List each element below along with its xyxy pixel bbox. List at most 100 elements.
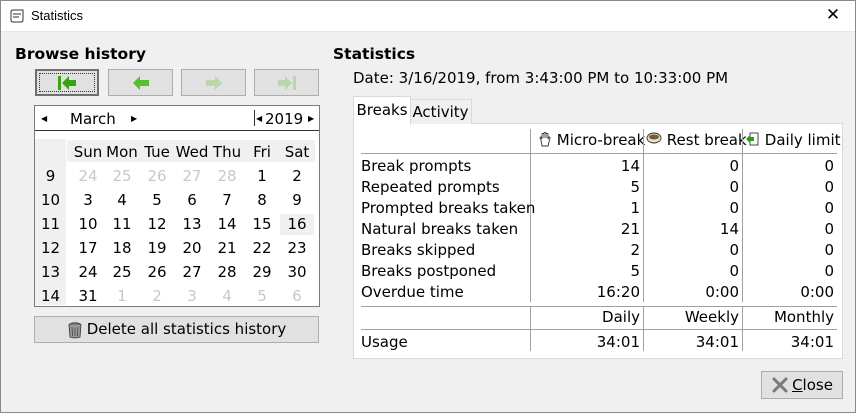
- delete-history-label: Delete all statistics history: [86, 320, 287, 338]
- calendar-day[interactable]: 3: [71, 190, 105, 211]
- calendar-day[interactable]: 27: [175, 262, 209, 283]
- stat-row-label: Overdue time: [361, 283, 464, 301]
- calendar-day[interactable]: 25: [105, 166, 139, 187]
- rest-break-column-header: Rest break: [646, 131, 747, 151]
- browse-history-heading: Browse history: [15, 45, 146, 63]
- calendar-day[interactable]: 23: [280, 238, 314, 259]
- stat-daily-value: 0: [824, 157, 834, 175]
- year-next-arrow-icon[interactable]: ▶: [308, 114, 314, 123]
- calendar-day[interactable]: 26: [140, 262, 174, 283]
- weekday-header-1: Mon: [106, 143, 138, 161]
- trash-can-icon: [68, 321, 82, 338]
- month-prev-arrow-icon[interactable]: ◀: [41, 114, 47, 123]
- calendar-day[interactable]: 11: [105, 214, 139, 235]
- rest-break-label: Rest break: [666, 131, 747, 149]
- tab-activity[interactable]: Activity: [409, 99, 472, 124]
- grid-line-v2: [643, 129, 644, 302]
- next-day-button[interactable]: [181, 69, 246, 96]
- close-button-accel: C: [792, 376, 803, 394]
- stat-rest-value: 0: [729, 241, 739, 259]
- stat-row-label: Natural breaks taken: [361, 220, 519, 238]
- calendar-day[interactable]: 26: [140, 166, 174, 187]
- calendar-day[interactable]: 2: [140, 286, 174, 307]
- calendar-day[interactable]: 5: [245, 286, 279, 307]
- calendar-day[interactable]: 5: [140, 190, 174, 211]
- tab-breaks[interactable]: Breaks: [353, 96, 411, 125]
- calendar-day[interactable]: 21: [210, 238, 244, 259]
- stat-micro-value: 14: [620, 157, 640, 175]
- grid-line-h2: [361, 306, 837, 307]
- grid-line-h3: [361, 329, 837, 330]
- first-day-button[interactable]: [35, 69, 99, 96]
- calendar-day[interactable]: 12: [140, 214, 174, 235]
- stat-daily-value: 0: [824, 220, 834, 238]
- stat-row-label: Breaks skipped: [361, 241, 476, 259]
- statistics-heading: Statistics: [333, 45, 416, 63]
- stat-rest-value: 0:00: [705, 283, 739, 301]
- usage-label: Usage: [361, 333, 408, 351]
- calendar-day[interactable]: 31: [71, 286, 105, 307]
- month-next-arrow-icon[interactable]: ▶: [131, 114, 137, 123]
- calendar-day[interactable]: 10: [71, 214, 105, 235]
- calendar-day[interactable]: 4: [210, 286, 244, 307]
- stat-row-label: Breaks postponed: [361, 262, 497, 280]
- micro-break-label: Micro-break: [556, 131, 646, 149]
- usage-weekly-value: 34:01: [695, 333, 739, 351]
- calendar-day[interactable]: 2: [280, 166, 314, 187]
- stat-micro-value: 1: [630, 199, 640, 217]
- calendar-day[interactable]: 3: [175, 286, 209, 307]
- calendar-day[interactable]: 7: [210, 190, 244, 211]
- calendar-day[interactable]: 13: [175, 214, 209, 235]
- delete-history-button[interactable]: Delete all statistics history: [34, 316, 319, 343]
- close-icon[interactable]: ✕: [811, 1, 855, 31]
- calendar-day[interactable]: 24: [71, 262, 105, 283]
- stat-daily-value: 0: [824, 241, 834, 259]
- calendar-day[interactable]: 6: [175, 190, 209, 211]
- calendar-day[interactable]: 22: [245, 238, 279, 259]
- calendar[interactable]: ◀ March ▶ ◀ 2019 ▶ Sun Mon Tue Wed Thu Fri Sat…: [34, 105, 320, 307]
- stat-micro-value: 21: [620, 220, 640, 238]
- title-bar: Statistics ✕: [1, 1, 855, 32]
- calendar-day[interactable]: 6: [280, 286, 314, 307]
- calendar-day[interactable]: 4: [105, 190, 139, 211]
- calendar-day[interactable]: 8: [245, 190, 279, 211]
- close-button[interactable]: Close: [761, 371, 843, 399]
- calendar-day[interactable]: 16: [280, 214, 314, 235]
- next-icon: [205, 75, 222, 90]
- hand-icon: [539, 132, 551, 147]
- calendar-day[interactable]: 14: [210, 214, 244, 235]
- window-title: Statistics: [31, 8, 84, 23]
- stat-daily-value: 0: [824, 178, 834, 196]
- calendar-day[interactable]: 18: [105, 238, 139, 259]
- usage-weekly-header: Weekly: [684, 308, 739, 326]
- previous-day-button[interactable]: [108, 69, 173, 96]
- calendar-day[interactable]: 19: [140, 238, 174, 259]
- usage-monthly-value: 34:01: [790, 333, 834, 351]
- calendar-day[interactable]: 9: [280, 190, 314, 211]
- calendar-day[interactable]: 27: [175, 166, 209, 187]
- usage-monthly-header: Monthly: [773, 308, 834, 326]
- calendar-day[interactable]: 30: [280, 262, 314, 283]
- stat-row-label: Break prompts: [361, 157, 472, 175]
- calendar-day[interactable]: 1: [105, 286, 139, 307]
- calendar-day[interactable]: 28: [210, 262, 244, 283]
- calendar-day[interactable]: 28: [210, 166, 244, 187]
- weekday-header-6: Sat: [284, 143, 310, 161]
- calendar-day[interactable]: 20: [175, 238, 209, 259]
- weekday-header-2: Tue: [144, 143, 170, 161]
- calendar-month[interactable]: March: [70, 110, 116, 128]
- calendar-day[interactable]: 29: [245, 262, 279, 283]
- calendar-year[interactable]: 2019: [265, 110, 303, 128]
- exit-door-icon: [746, 132, 759, 146]
- micro-break-column-header: Micro-break: [538, 131, 645, 151]
- usage-daily-header: Daily: [602, 308, 640, 326]
- last-day-button[interactable]: [254, 69, 319, 96]
- calendar-day[interactable]: 15: [245, 214, 279, 235]
- close-x-icon: [772, 377, 788, 393]
- calendar-day[interactable]: 17: [71, 238, 105, 259]
- calendar-day[interactable]: 24: [71, 166, 105, 187]
- year-prev-arrow-icon[interactable]: ◀: [256, 114, 262, 123]
- calendar-day[interactable]: 25: [105, 262, 139, 283]
- calendar-day[interactable]: 1: [245, 166, 279, 187]
- daily-limit-column-header: Daily limit: [745, 131, 841, 151]
